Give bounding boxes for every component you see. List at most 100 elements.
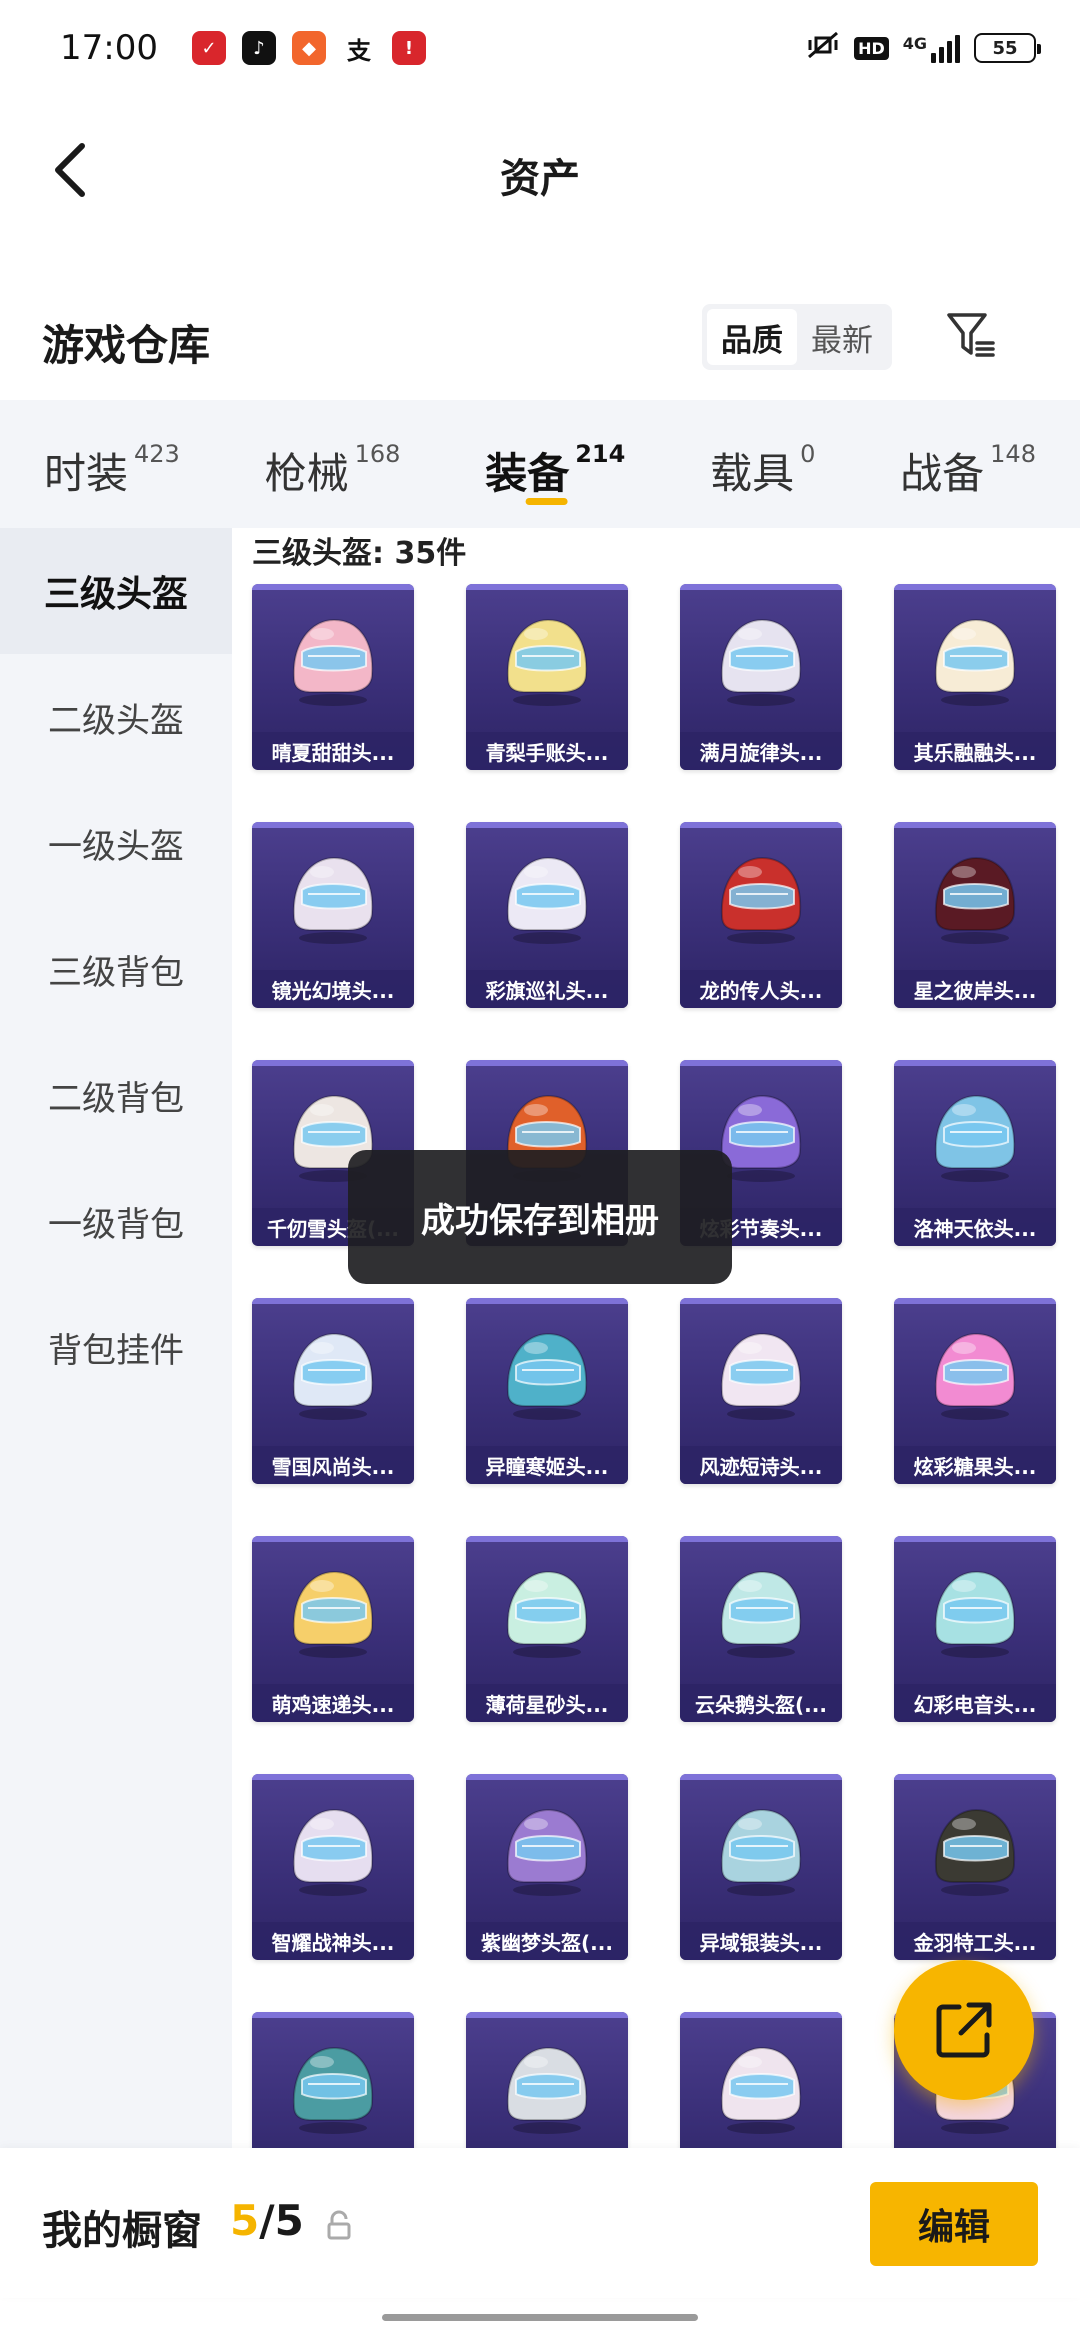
showcase-count-separator: / (259, 2196, 275, 2245)
tab-count: 214 (575, 440, 626, 468)
helmet-icon (934, 618, 1016, 706)
helmet-icon (506, 856, 588, 944)
sidebar-item-level3-backpack[interactable]: 三级背包 (0, 906, 232, 1032)
lock-icon (327, 2210, 351, 2240)
tab-label: 装备 (485, 449, 570, 498)
tab-fashion[interactable]: 时装 423 (44, 400, 180, 528)
item-name: 薄荷星砂头... (466, 1684, 628, 1722)
item-grid: 晴夏甜甜头... 青梨手账头... 满月旋律头... 其乐融融头... 镜光幻境头...… (252, 584, 1072, 2148)
tab-equipment[interactable]: 装备 214 (485, 400, 625, 528)
section-title: 游戏仓库 (42, 321, 211, 370)
helmet-icon (934, 1094, 1016, 1182)
helmet-icon (292, 856, 374, 944)
sidebar-item-backpack-charm[interactable]: 背包挂件 (0, 1284, 232, 1410)
item-card[interactable]: 幻彩电音头... (894, 1536, 1056, 1722)
network-type: 4G (902, 33, 927, 53)
status-indicators: HD 4G 55 (806, 30, 1041, 67)
item-card[interactable]: 炫彩糖果头... (894, 1298, 1056, 1484)
sidebar-item-level1-helmet[interactable]: 一级头盔 (0, 780, 232, 906)
filter-button[interactable] (938, 302, 1004, 368)
tab-label: 战备 (900, 449, 985, 498)
helmet-icon (292, 1570, 374, 1658)
active-tab-indicator (525, 498, 568, 505)
item-card[interactable]: 镜光幻境头... (252, 822, 414, 1008)
item-card[interactable]: 洛神天依头... (894, 1060, 1056, 1246)
sidebar-item-level1-backpack[interactable]: 一级背包 (0, 1158, 232, 1284)
sidebar-item-level2-backpack[interactable]: 二级背包 (0, 1032, 232, 1158)
tiktok-icon: ♪ (241, 31, 276, 65)
item-card[interactable] (680, 2012, 842, 2148)
item-card[interactable]: 智耀战神头... (252, 1774, 414, 1960)
item-card[interactable]: 金羽特工头... (894, 1774, 1056, 1960)
item-name: 洛神天依头... (894, 1208, 1056, 1246)
item-card[interactable]: 龙的传人头... (680, 822, 842, 1008)
item-name: 智耀战神头... (252, 1922, 414, 1960)
status-time: 17:00 (60, 28, 158, 68)
item-card[interactable]: 星之彼岸头... (894, 822, 1056, 1008)
item-card[interactable]: 异域银装头... (680, 1774, 842, 1960)
helmet-icon (720, 1332, 802, 1420)
item-card[interactable]: 雪国风尚头... (252, 1298, 414, 1484)
toast-message: 成功保存到相册 (348, 1150, 732, 1284)
helmet-icon (720, 618, 802, 706)
item-card[interactable]: 萌鸡速递头... (252, 1536, 414, 1722)
group-title: 三级头盔: 35件 (252, 536, 467, 571)
item-card[interactable]: 风迹短诗头... (680, 1298, 842, 1484)
tab-count: 148 (990, 440, 1036, 468)
helmet-icon (720, 2046, 802, 2134)
item-card[interactable]: 其乐融融头... (894, 584, 1056, 770)
sidebar-item-level2-helmet[interactable]: 二级头盔 (0, 654, 232, 780)
game-controller-icon: ◆ (291, 31, 326, 65)
helmet-icon (720, 1808, 802, 1896)
notification-icons: ✓ ♪ ◆ 支 ! (191, 31, 426, 65)
item-card[interactable]: 满月旋律头... (680, 584, 842, 770)
showcase-count: 5/5 (230, 2196, 304, 2245)
helmet-icon (934, 856, 1016, 944)
item-card[interactable]: 晴夏甜甜头... (252, 584, 414, 770)
item-name: 镜光幻境头... (252, 970, 414, 1008)
item-card[interactable]: 异瞳寒姬头... (466, 1298, 628, 1484)
helmet-icon (934, 1570, 1016, 1658)
tab-label: 时装 (44, 449, 129, 498)
filter-icon (947, 313, 995, 357)
item-name: 雪国风尚头... (252, 1446, 414, 1484)
helmet-icon (934, 1808, 1016, 1896)
item-name: 星之彼岸头... (894, 970, 1056, 1008)
warehouse-header: 游戏仓库 品质 最新 (0, 290, 1080, 390)
item-card[interactable]: 薄荷星砂头... (466, 1536, 628, 1722)
tab-vehicles[interactable]: 载具 0 (710, 400, 815, 528)
helmet-icon (292, 1808, 374, 1896)
item-name: 炫彩糖果头... (894, 1446, 1056, 1484)
showcase-total-count: 5 (274, 2196, 304, 2245)
helmet-icon (720, 856, 802, 944)
item-card[interactable] (466, 2012, 628, 2148)
sidebar-item-level3-helmet[interactable]: 三级头盔 (0, 528, 232, 654)
tab-weapons[interactable]: 枪械 168 (265, 400, 401, 528)
item-card[interactable] (252, 2012, 414, 2148)
item-name: 其乐融融头... (894, 732, 1056, 770)
helmet-icon (934, 1332, 1016, 1420)
item-name: 幻彩电音头... (894, 1684, 1056, 1722)
item-card[interactable]: 彩旗巡礼头... (466, 822, 628, 1008)
item-card[interactable]: 云朵鹅头盔(... (680, 1536, 842, 1722)
item-card[interactable]: 青梨手账头... (466, 584, 628, 770)
item-card[interactable]: 紫幽梦头盔(... (466, 1774, 628, 1960)
helmet-icon (720, 1570, 802, 1658)
news-app-icon: ✓ (191, 31, 226, 65)
tab-count: 168 (354, 440, 401, 468)
alipay-icon: 支 (341, 31, 376, 65)
item-name: 青梨手账头... (466, 732, 628, 770)
share-fab-button[interactable] (894, 1960, 1034, 2100)
tab-count: 0 (800, 440, 816, 468)
item-name: 风迹短诗头... (680, 1446, 842, 1484)
tab-supplies[interactable]: 战备 148 (900, 400, 1036, 528)
item-name: 萌鸡速递头... (252, 1684, 414, 1722)
showcase-used-count: 5 (230, 2196, 260, 2245)
item-name: 紫幽梦头盔(... (466, 1922, 628, 1960)
home-indicator[interactable] (382, 2314, 698, 2321)
item-list[interactable]: 三级头盔: 35件 晴夏甜甜头... 青梨手账头... 满月旋律头... 其乐融融头.… (232, 528, 1080, 2148)
edit-button[interactable]: 编辑 (870, 2182, 1038, 2266)
sort-quality-button[interactable]: 品质 (707, 309, 797, 365)
sort-newest-button[interactable]: 最新 (797, 309, 887, 365)
item-name: 云朵鹅头盔(... (680, 1684, 842, 1722)
